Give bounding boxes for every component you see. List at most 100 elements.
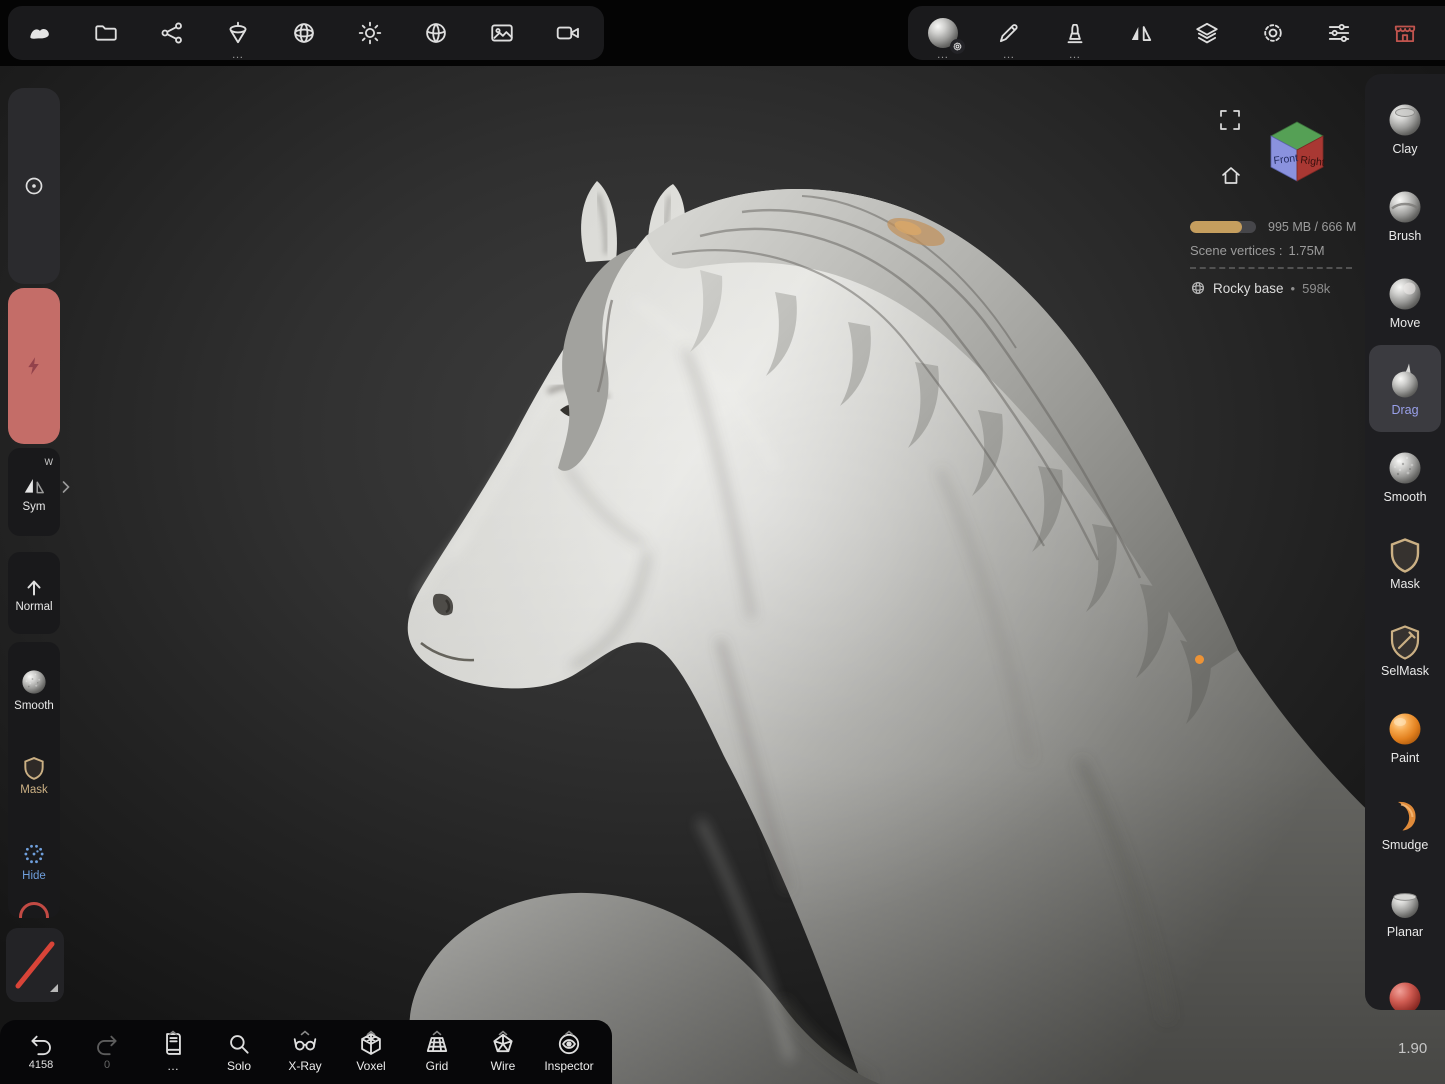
mask-label: Mask [20, 784, 47, 796]
tool-label: Mask [1390, 577, 1420, 591]
environment-button[interactable] [282, 11, 326, 55]
tool-label: Move [1390, 316, 1421, 330]
voxel-label: Voxel [356, 1059, 385, 1073]
smooth-sphere-icon [19, 667, 49, 697]
tool-mask[interactable]: Mask [1369, 519, 1441, 606]
layers-button[interactable] [1185, 11, 1229, 55]
tool-drag[interactable]: Drag [1369, 345, 1441, 432]
tool-planar[interactable]: Planar [1369, 867, 1441, 954]
stroke-normal-button[interactable]: Normal [8, 552, 60, 634]
sym-expand-chevron[interactable] [62, 480, 70, 499]
pencil-icon [996, 20, 1022, 46]
pages-button[interactable]: … [140, 1020, 206, 1084]
quick-hide-button[interactable]: Hide [8, 818, 60, 904]
smooth-tool-icon [1385, 448, 1425, 488]
scene-graph-button[interactable] [150, 11, 194, 55]
menu-caret-icon [433, 1023, 442, 1041]
symmetry-mode-badge: W [45, 457, 54, 467]
clipped-red-tool[interactable] [19, 902, 49, 918]
magnifier-icon [226, 1031, 252, 1057]
brush-intensity-slider[interactable] [8, 288, 60, 444]
node-graph-icon [159, 20, 185, 46]
bottom-toolbar: 4158 0 … Solo [0, 1020, 612, 1084]
material-sphere-icon [423, 20, 449, 46]
topology-button[interactable]: … [216, 11, 260, 55]
home-view-button[interactable] [1217, 162, 1245, 190]
undo-button[interactable]: 4158 [8, 1020, 74, 1084]
tool-clay[interactable]: Clay [1369, 84, 1441, 171]
material-button[interactable] [414, 11, 458, 55]
folder-icon [93, 20, 119, 46]
sun-icon [357, 20, 383, 46]
tool-move[interactable]: Move [1369, 258, 1441, 345]
brush-radius-slider[interactable] [8, 88, 60, 284]
camera-button[interactable] [546, 11, 590, 55]
arrow-up-icon [22, 574, 46, 598]
brush-cursor-dot [1195, 655, 1204, 664]
tool-smudge[interactable]: Smudge [1369, 780, 1441, 867]
files-button[interactable] [84, 11, 128, 55]
wire-button[interactable]: Wire [470, 1020, 536, 1084]
menu-caret-icon [367, 1023, 376, 1041]
lighting-button[interactable] [348, 11, 392, 55]
active-color-swatch[interactable] [6, 928, 64, 1002]
hide-label: Hide [22, 870, 46, 882]
grid-label: Grid [426, 1059, 449, 1073]
tool-paint[interactable]: Paint [1369, 693, 1441, 780]
mask-tool-icon [1385, 535, 1425, 575]
quick-mask-button[interactable]: Mask [8, 732, 60, 818]
scene-stats: 995 MB / 666 M Scene vertices : 1.75M Ro… [1190, 220, 1364, 296]
clay-tool-icon [1385, 100, 1425, 140]
pencil-button[interactable]: … [987, 11, 1031, 55]
grid-button[interactable]: Grid [404, 1020, 470, 1084]
app-logo-button[interactable] [18, 11, 62, 55]
xray-button[interactable]: X-Ray [272, 1020, 338, 1084]
tool-label: Smooth [1383, 490, 1426, 504]
submenu-dots: … [1069, 48, 1082, 60]
wireframe-sphere-icon [291, 20, 317, 46]
matcap-preview-button[interactable]: … [921, 11, 965, 55]
shop-button[interactable] [1383, 11, 1427, 55]
background-button[interactable] [480, 11, 524, 55]
image-icon [489, 20, 515, 46]
stats-divider [1190, 267, 1352, 269]
symmetry-button[interactable] [1119, 11, 1163, 55]
layer-name: Rocky base [1213, 281, 1284, 296]
stamp-brush-button[interactable]: … [1053, 11, 1097, 55]
hide-dots-icon [21, 841, 47, 867]
nomad-sculpt-app: Front Right 995 MB / 666 M Scene vertice… [0, 0, 1445, 1084]
tool-label: Paint [1391, 751, 1420, 765]
tool-selmask[interactable]: SelMask [1369, 606, 1441, 693]
voxel-button[interactable]: Voxel [338, 1020, 404, 1084]
fullscreen-button[interactable] [1216, 106, 1244, 134]
lightning-icon [23, 355, 45, 377]
tool-smooth[interactable]: Smooth [1369, 432, 1441, 519]
tool-label: Planar [1387, 925, 1423, 939]
solo-button[interactable]: Solo [206, 1020, 272, 1084]
symmetry-label: Sym [23, 501, 46, 513]
layer-row[interactable]: Rocky base • 598k [1190, 280, 1364, 296]
gear-icon [1260, 20, 1286, 46]
quick-smooth-button[interactable]: Smooth [8, 646, 60, 732]
clipped-tool-icon [1385, 978, 1425, 1011]
mask-shield-icon [21, 755, 47, 781]
drag-tool-icon [1385, 361, 1425, 401]
tool-brush[interactable]: Brush [1369, 171, 1441, 258]
interface-settings-button[interactable] [1317, 11, 1361, 55]
navigation-cube[interactable]: Front Right [1256, 106, 1338, 188]
tool-label: Drag [1391, 403, 1418, 417]
symmetry-toggle[interactable]: W Sym [8, 448, 60, 536]
tool-partial-clipped[interactable] [1369, 954, 1441, 1010]
solo-label: Solo [227, 1059, 251, 1073]
memory-text: 995 MB / 666 M [1268, 220, 1356, 234]
settings-button[interactable] [1251, 11, 1295, 55]
planar-tool-icon [1385, 883, 1425, 923]
undo-icon [28, 1031, 54, 1057]
sculpt-viewport[interactable]: Front Right 995 MB / 666 M Scene vertice… [0, 0, 1445, 1084]
inspector-button[interactable]: Inspector [536, 1020, 602, 1084]
layer-vertex-count: 598k [1302, 281, 1330, 296]
lathe-icon [225, 20, 251, 46]
scene-vertices-value: 1.75M [1289, 243, 1325, 258]
redo-button[interactable]: 0 [74, 1020, 140, 1084]
matcap-gear-badge[interactable] [950, 39, 965, 54]
